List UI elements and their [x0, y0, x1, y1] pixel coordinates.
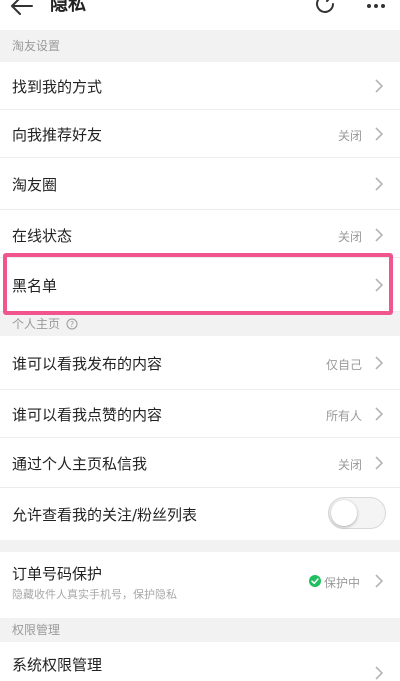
chevron-right-icon	[375, 407, 384, 421]
svg-text:?: ?	[70, 320, 74, 329]
row-blacklist[interactable]: 黑名单	[0, 258, 400, 312]
row-label: 系统权限管理	[12, 656, 103, 674]
chevron-right-icon	[375, 456, 384, 470]
toggle-knob	[331, 500, 357, 526]
chevron-right-icon	[375, 177, 384, 191]
chevron-right-icon	[375, 127, 384, 141]
row-label: 在线状态	[12, 227, 73, 245]
help-circle-icon[interactable]: ?	[66, 318, 78, 330]
chevron-right-icon	[375, 278, 384, 292]
row-label: 订单号码保护	[12, 565, 103, 583]
row-label: 通过个人主页私信我	[12, 455, 148, 473]
section-header-permission: 权限管理	[0, 618, 400, 642]
chevron-right-icon	[375, 574, 384, 588]
chevron-right-icon	[375, 356, 384, 370]
row-label: 允许查看我的关注/粉丝列表	[12, 506, 198, 524]
row-label: 谁可以看我发布的内容	[12, 355, 163, 373]
row-label: 谁可以看我点赞的内容	[12, 406, 163, 424]
row-label: 向我推荐好友	[12, 126, 103, 144]
row-recommend-friends[interactable]: 向我推荐好友 关闭	[0, 110, 400, 158]
row-order-protection[interactable]: 订单号码保护 隐藏收件人真实手机号，保护隐私 保护中	[0, 552, 400, 618]
section-header-taoyou: 淘友设置	[0, 30, 400, 62]
row-label: 找到我的方式	[12, 78, 103, 96]
check-circle-icon	[309, 575, 321, 587]
row-value: 所有人	[326, 409, 363, 423]
section-header-label: 个人主页	[12, 317, 61, 331]
row-follow-list: 允许查看我的关注/粉丝列表	[0, 488, 400, 540]
row-taoyou-circle[interactable]: 淘友圈	[0, 158, 400, 210]
chevron-right-icon	[375, 79, 384, 93]
refresh-icon[interactable]	[312, 0, 338, 16]
row-value: 关闭	[338, 230, 363, 244]
row-find-me[interactable]: 找到我的方式	[0, 62, 400, 110]
row-who-see-posts[interactable]: 谁可以看我发布的内容 仅自己	[0, 336, 400, 390]
row-subtitle: 隐藏收件人真实手机号，保护隐私	[12, 588, 177, 601]
section-header-profile: 个人主页 ?	[0, 312, 400, 336]
row-value: 仅自己	[326, 358, 363, 372]
chevron-right-icon	[375, 228, 384, 242]
row-label: 黑名单	[12, 277, 58, 295]
row-label: 淘友圈	[12, 176, 58, 194]
row-profile-dm[interactable]: 通过个人主页私信我 关闭	[0, 438, 400, 488]
row-online-status[interactable]: 在线状态 关闭	[0, 210, 400, 258]
more-dots-icon[interactable]	[364, 0, 390, 14]
arrow-left-icon[interactable]	[8, 0, 36, 18]
row-system-permission[interactable]: 系统权限管理	[0, 642, 400, 681]
top-navigation-bar: 隐私	[0, 0, 400, 30]
row-value: 关闭	[338, 458, 363, 472]
row-value: 保护中	[324, 576, 361, 590]
follow-list-toggle[interactable]	[328, 497, 386, 529]
row-value: 关闭	[338, 129, 363, 143]
page-title: 隐私	[50, 0, 86, 15]
chevron-right-icon	[375, 666, 384, 680]
row-who-see-likes[interactable]: 谁可以看我点赞的内容 所有人	[0, 390, 400, 438]
